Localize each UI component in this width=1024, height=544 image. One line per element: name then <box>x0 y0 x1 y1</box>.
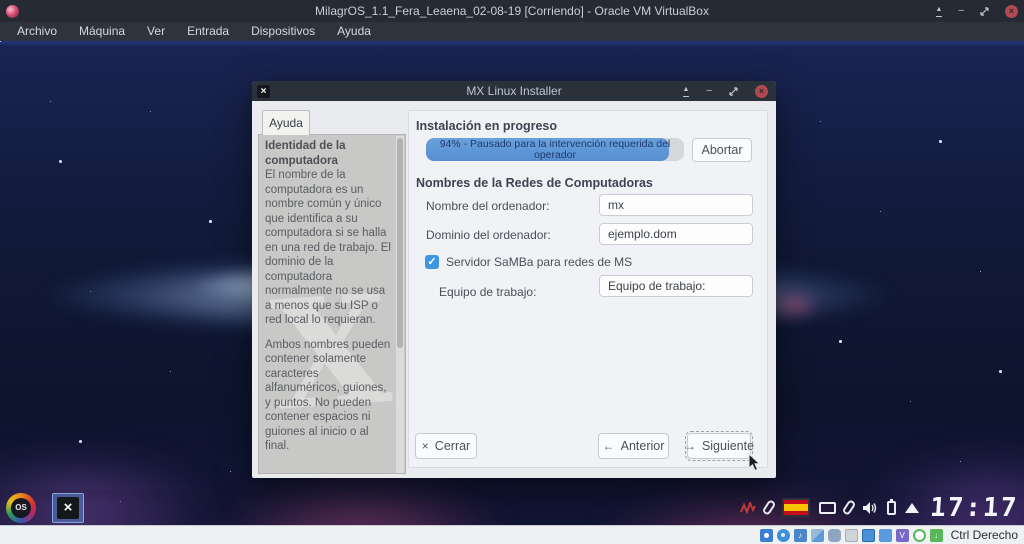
menu-maquina[interactable]: Máquina <box>70 22 134 41</box>
samba-checkbox[interactable]: ✓ <box>425 255 439 269</box>
close-button[interactable]: × Cerrar <box>415 433 477 459</box>
menu-dispositivos[interactable]: Dispositivos <box>242 22 324 41</box>
network-monitor-icon[interactable] <box>740 502 756 514</box>
shared-folders-status-icon[interactable] <box>879 529 892 542</box>
autoresize-status-icon[interactable]: ↓ <box>930 529 943 542</box>
back-button-label: Anterior <box>621 439 665 453</box>
host-statusbar: ♪ V ↓ Ctrl Derecho <box>0 525 1024 544</box>
progress-heading: Instalación en progreso <box>416 119 557 133</box>
taskbar-clock: 17:17 <box>929 493 1019 523</box>
help-scrollbar-thumb[interactable] <box>397 138 403 348</box>
help-pane: X Identidad de la computadora El nombre … <box>258 134 406 474</box>
guest-desktop: × MX Linux Installer ▲ – × Ayuda X <box>0 41 1024 525</box>
features-status-icon[interactable] <box>913 529 926 542</box>
milagros-logo-icon: OS <box>11 498 31 518</box>
abort-button[interactable]: Abortar <box>692 138 752 162</box>
floppy-status-icon[interactable] <box>845 529 858 542</box>
arrow-left-icon: ← <box>603 439 615 453</box>
mx-installer-window: × MX Linux Installer ▲ – × Ayuda X <box>252 81 776 478</box>
computer-name-label: Nombre del ordenador: <box>426 199 549 213</box>
shade-window-icon[interactable]: ▲ <box>936 5 943 17</box>
eject-icon[interactable] <box>905 503 919 513</box>
host-window-title: MilagrOS_1.1_Fera_Leaena_02-08-19 [Corri… <box>0 0 1024 22</box>
tab-ayuda[interactable]: Ayuda <box>262 110 310 135</box>
battery-icon[interactable] <box>887 501 896 515</box>
next-button[interactable]: → Siguiente <box>687 433 751 459</box>
progress-bar: 94% - Pausado para la intervención reque… <box>426 138 684 161</box>
computer-domain-input[interactable] <box>599 223 753 245</box>
help-text: Identidad de la computadora El nombre de… <box>265 139 393 454</box>
samba-checkbox-label: Servidor SaMBa para redes de MS <box>446 255 632 269</box>
network-section-heading: Nombres de la Redes de Computadoras <box>416 176 653 190</box>
keyboard-layout-spanish-flag-icon[interactable] <box>782 498 810 517</box>
panel-separator <box>415 467 761 468</box>
menu-ayuda[interactable]: Ayuda <box>328 22 380 41</box>
mouse-cursor <box>748 453 762 478</box>
guest-taskbar: OS × 17:17 <box>0 490 1024 525</box>
display-settings-icon[interactable] <box>819 502 836 514</box>
help-heading: Identidad de la computadora <box>265 140 346 167</box>
host-menubar: Archivo Máquina Ver Entrada Dispositivos… <box>0 22 1024 41</box>
network-status-icon[interactable] <box>811 529 824 542</box>
host-key-label: Ctrl Derecho <box>951 528 1018 542</box>
help-paragraph: Ambos nombres pueden contener solamente … <box>265 338 393 454</box>
wallpaper-stars <box>0 41 1 42</box>
menu-archivo[interactable]: Archivo <box>8 22 66 41</box>
optical-disc-status-icon[interactable] <box>777 529 790 542</box>
arrow-right-icon: → <box>684 439 696 453</box>
mouse-integration-status-icon[interactable] <box>828 529 841 542</box>
installer-titlebar[interactable]: × MX Linux Installer ▲ – × <box>252 81 776 101</box>
help-scrollbar[interactable] <box>396 136 404 474</box>
taskbar-item-mx-installer[interactable]: × <box>52 493 84 523</box>
workgroup-input[interactable] <box>599 275 753 297</box>
minimize-window-icon[interactable]: – <box>958 6 964 16</box>
close-window-icon[interactable]: × <box>1005 5 1018 18</box>
installer-close-icon[interactable]: × <box>755 85 768 98</box>
host-titlebar: MilagrOS_1.1_Fera_Leaena_02-08-19 [Corri… <box>0 0 1024 22</box>
volume-icon[interactable] <box>862 501 878 515</box>
restore-window-icon[interactable] <box>980 7 989 16</box>
installer-main-panel: Instalación en progreso 94% - Pausado pa… <box>408 110 768 468</box>
clipboard-manager-icon[interactable] <box>761 499 776 516</box>
installer-restore-icon[interactable] <box>729 87 738 96</box>
usb-status-icon[interactable]: V <box>896 529 909 542</box>
computer-name-input[interactable] <box>599 194 753 216</box>
attachments-icon[interactable] <box>841 499 856 516</box>
display-status-icon[interactable] <box>862 529 875 542</box>
audio-status-icon[interactable]: ♪ <box>794 529 807 542</box>
close-x-icon: × <box>422 439 429 453</box>
menu-entrada[interactable]: Entrada <box>178 22 238 41</box>
installer-shade-icon[interactable]: ▲ <box>683 85 690 97</box>
mx-logo-icon: × <box>57 497 79 519</box>
computer-domain-label: Dominio del ordenador: <box>426 228 551 242</box>
harddisk-status-icon[interactable] <box>760 529 773 542</box>
next-button-label: Siguiente <box>702 439 754 453</box>
installer-minimize-icon[interactable]: – <box>706 86 712 96</box>
milagros-menu-button[interactable]: OS <box>6 493 36 523</box>
progress-text: 94% - Pausado para la intervención reque… <box>426 139 684 160</box>
close-button-label: Cerrar <box>435 439 470 453</box>
virtualbox-window: MilagrOS_1.1_Fera_Leaena_02-08-19 [Corri… <box>0 0 1024 544</box>
back-button[interactable]: ← Anterior <box>598 433 669 459</box>
help-paragraph: El nombre de la computadora es un nombre… <box>265 168 393 328</box>
menu-ver[interactable]: Ver <box>138 22 174 41</box>
workgroup-label: Equipo de trabajo: <box>439 285 536 299</box>
